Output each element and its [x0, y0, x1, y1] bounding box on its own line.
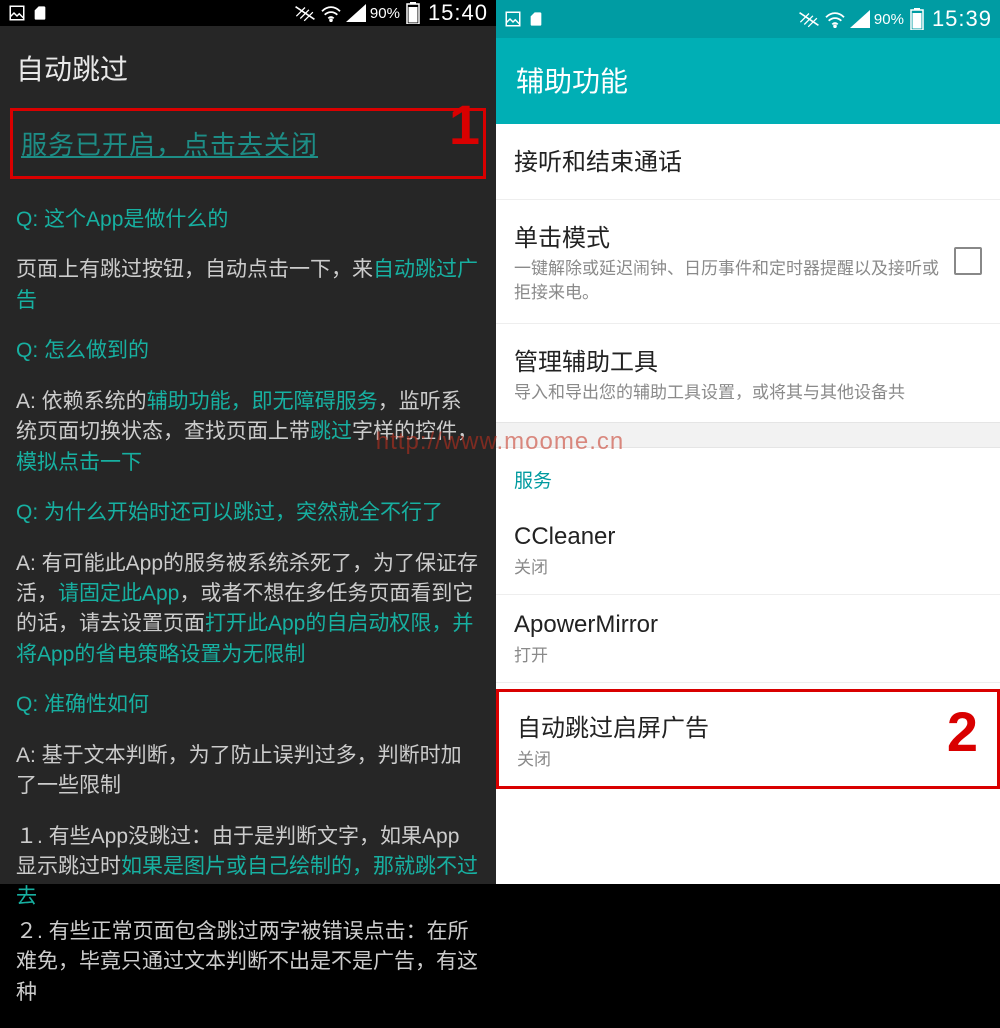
checkbox[interactable] — [954, 247, 982, 275]
faq-q3: Q: 为什么开始时还可以跳过，突然就全不行了 — [16, 498, 480, 528]
item-subtitle: 导入和导出您的辅助工具设置，或将其与其他设备共 — [514, 381, 982, 405]
faq-a4-li1: １. 有些App没跳过：由于是判断文字，如果App显示跳过时如果是图片或自己绘制… — [16, 822, 480, 913]
faq-q4: Q: 准确性如何 — [16, 690, 480, 720]
section-label-services: 服务 — [496, 448, 1000, 507]
link-text: 跳过 — [310, 420, 352, 443]
image-icon — [504, 10, 522, 28]
service-row-autoskip-highlight[interactable]: 自动跳过启屏广告 关闭 — [496, 689, 1000, 789]
text: 页面上有跳过按钮，自动点击一下，来 — [16, 258, 373, 281]
battery-icon — [406, 2, 420, 24]
faq-q1: Q: 这个App是做什么的 — [16, 205, 480, 235]
faq-section: Q: 这个App是做什么的 页面上有跳过按钮，自动点击一下，来自动跳过广告 Q:… — [0, 205, 496, 1028]
service-status: 关闭 — [517, 745, 979, 770]
service-name: 自动跳过启屏广告 — [517, 708, 979, 743]
annotation-marker-1: 1 — [449, 92, 480, 157]
item-subtitle: 一键解除或延迟闹钟、日历事件和定时器提醒以及接听或拒接来电。 — [514, 257, 942, 305]
service-name: CCleaner — [514, 523, 982, 551]
left-phone-screen: 90% 15:40 自动跳过 服务已开启，点击去关闭 1 Q: 这个App是做什… — [0, 0, 496, 884]
signal-icon — [346, 4, 366, 22]
item-title: 单击模式 — [514, 218, 942, 253]
wifi-icon — [320, 4, 342, 22]
battery-percentage: 90% — [874, 11, 904, 28]
clock-time: 15:40 — [428, 0, 488, 26]
faq-a4-li2: ２. 有些正常页面包含跳过两字被错误点击：在所难免，毕竟只通过文本判断不出是不是… — [16, 917, 480, 1008]
settings-list: 接听和结束通话 单击模式 一键解除或延迟闹钟、日历事件和定时器提醒以及接听或拒接… — [496, 124, 1000, 789]
link-text: 辅助功能，即无障碍服务 — [147, 390, 378, 413]
link-text: 模拟点击一下 — [16, 451, 142, 474]
service-row-apowermirror[interactable]: ApowerMirror 打开 — [496, 595, 1000, 682]
text: 字样的控件， — [352, 420, 478, 443]
right-phone-screen: 90% 15:39 辅助功能 接听和结束通话 单击模式 一键解除或延迟闹钟、日历… — [496, 0, 1000, 884]
service-row-ccleaner[interactable]: CCleaner 关闭 — [496, 507, 1000, 594]
service-status: 打开 — [514, 641, 982, 666]
sd-card-icon — [528, 10, 544, 28]
service-toggle-link[interactable]: 服务已开启，点击去关闭 — [21, 130, 318, 160]
settings-item-answer-calls[interactable]: 接听和结束通话 — [496, 124, 1000, 200]
section-divider — [496, 422, 1000, 448]
text: A: 依赖系统的 — [16, 390, 147, 413]
statusbar-right: 90% 15:39 — [496, 0, 1000, 38]
sd-card-icon — [32, 4, 48, 22]
annotation-marker-2: 2 — [947, 699, 978, 764]
statusbar-left: 90% 15:40 — [0, 0, 496, 26]
battery-percentage: 90% — [370, 5, 400, 22]
battery-icon — [910, 8, 924, 30]
settings-item-manage-tools[interactable]: 管理辅助工具 导入和导出您的辅助工具设置，或将其与其他设备共 — [496, 324, 1000, 423]
faq-a2: A: 依赖系统的辅助功能，即无障碍服务，监听系统页面切换状态，查找页面上带跳过字… — [16, 387, 480, 478]
service-name: ApowerMirror — [514, 611, 982, 639]
image-icon — [8, 4, 26, 22]
service-status: 关闭 — [514, 553, 982, 578]
mute-icon — [798, 10, 820, 28]
item-title: 接听和结束通话 — [514, 142, 982, 177]
settings-header: 辅助功能 — [496, 38, 1000, 124]
link-text: 请固定此App — [58, 582, 179, 605]
faq-a4: A: 基于文本判断，为了防止误判过多，判断时加了一些限制 — [16, 741, 480, 802]
service-toggle-highlight: 服务已开启，点击去关闭 — [10, 108, 486, 179]
settings-item-single-tap[interactable]: 单击模式 一键解除或延迟闹钟、日历事件和定时器提醒以及接听或拒接来电。 — [496, 200, 1000, 324]
app-title: 自动跳过 — [0, 26, 496, 108]
faq-a3: A: 有可能此App的服务被系统杀死了，为了保证存活，请固定此App，或者不想在… — [16, 549, 480, 671]
wifi-icon — [824, 10, 846, 28]
signal-icon — [850, 10, 870, 28]
faq-q2: Q: 怎么做到的 — [16, 336, 480, 366]
mute-icon — [294, 4, 316, 22]
faq-a1: 页面上有跳过按钮，自动点击一下，来自动跳过广告 — [16, 255, 480, 316]
item-title: 管理辅助工具 — [514, 342, 982, 377]
divider — [496, 682, 1000, 683]
clock-time: 15:39 — [932, 6, 992, 32]
